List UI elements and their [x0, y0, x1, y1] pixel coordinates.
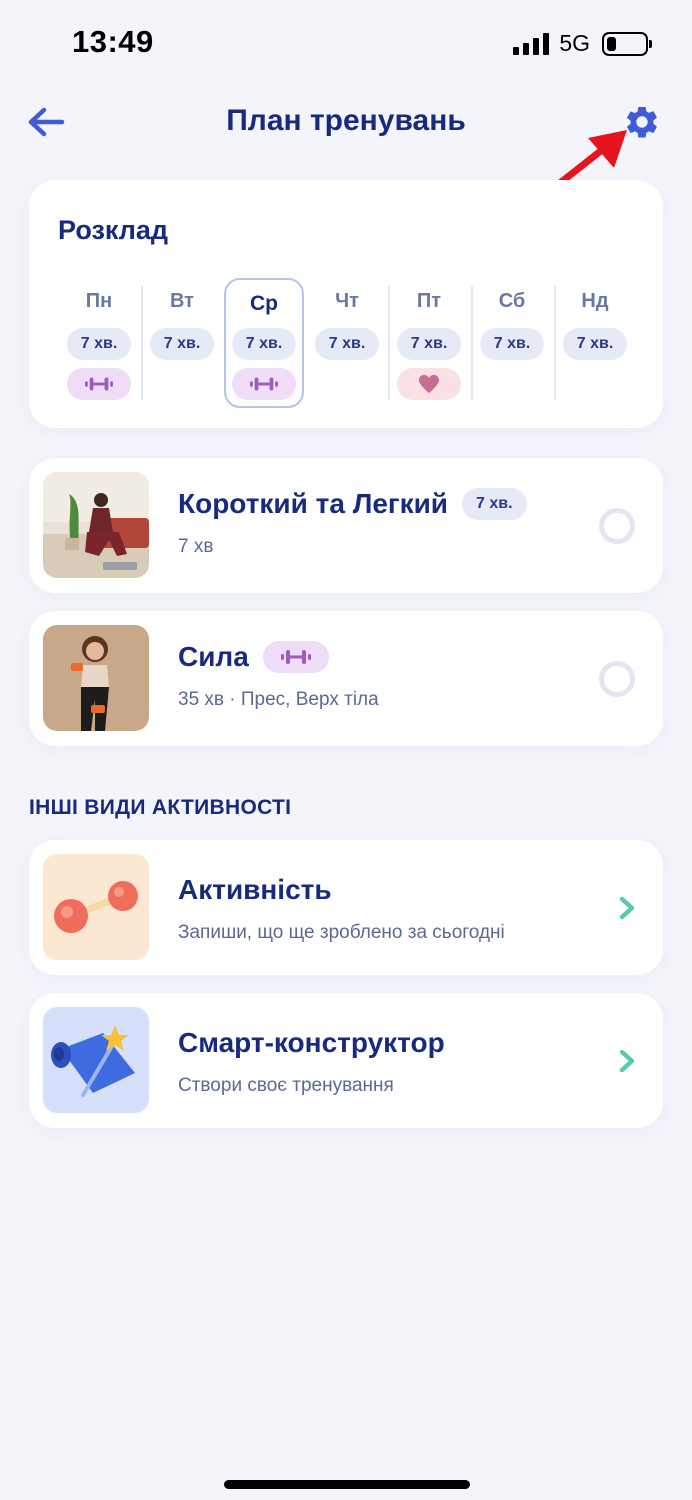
complete-radio[interactable] — [599, 508, 635, 544]
day-minutes: 7 хв. — [480, 328, 544, 360]
day-7[interactable]: Нд 7 хв. — [555, 278, 635, 408]
day-4[interactable]: Чт 7 хв. — [307, 278, 387, 408]
workout-card[interactable]: Короткий та Легкий 7 хв. 7 хв — [29, 458, 663, 593]
workout-title-row: Короткий та Легкий 7 хв. — [178, 488, 527, 520]
day-name: Сб — [498, 290, 526, 312]
day-2[interactable]: Вт 7 хв. — [142, 278, 222, 408]
smart-builder-subtitle: Створи своє тренування — [178, 1075, 394, 1096]
complete-radio[interactable] — [599, 661, 635, 697]
workout-card[interactable]: Сила 35 хв · Прес, Верх тіла — [29, 611, 663, 746]
duration-badge: 7 хв. — [462, 488, 527, 520]
yoga-mat-wand-icon — [43, 1007, 149, 1113]
week-days: Пн 7 хв. Вт 7 хв. Ср 7 хв. Чт 7 хв. Пт 7 хв. Сб 7 х… — [58, 278, 668, 408]
section-heading: ІНШІ ВИДИ АКТИВНОСТІ — [29, 796, 292, 819]
workout-thumbnail — [43, 472, 149, 578]
day-name: Нд — [581, 290, 609, 312]
activity-subtitle: Запиши, що ще зроблено за сьогодні — [178, 922, 505, 943]
battery-icon — [602, 31, 652, 56]
status-bar: 13:49 5G — [0, 0, 692, 88]
workout-title: Сила — [178, 641, 249, 672]
day-name: Пн — [85, 290, 113, 312]
status-indicators: 5G — [513, 30, 652, 57]
workout-title-row: Сила — [178, 641, 329, 673]
strength-activity-pill — [67, 368, 131, 400]
dumbbell-icon — [85, 377, 113, 391]
home-indicator — [224, 1480, 470, 1489]
activity-card[interactable]: Активність Запиши, що ще зроблено за сьо… — [29, 840, 663, 975]
workout-title: Короткий та Легкий — [178, 488, 449, 519]
day-minutes: 7 хв. — [232, 328, 296, 360]
strength-activity-pill — [232, 368, 296, 400]
smart-builder-card[interactable]: Смарт-конструктор Створи своє тренування — [29, 993, 663, 1128]
activity-thumbnail — [43, 854, 149, 960]
dumbbell-icon — [280, 650, 311, 664]
day-minutes: 7 хв. — [397, 328, 461, 360]
workout-thumbnail — [43, 625, 149, 731]
day-minutes: 7 хв. — [67, 328, 131, 360]
chevron-right-icon — [615, 894, 639, 922]
status-time: 13:49 — [72, 24, 154, 59]
day-minutes: 7 хв. — [150, 328, 214, 360]
day-minutes: 7 хв. — [315, 328, 379, 360]
day-name: Ср — [250, 292, 278, 315]
day-name: Пт — [416, 290, 442, 312]
dumbbell-illustration-icon — [43, 854, 149, 960]
workout-subtitle: 7 хв — [178, 536, 214, 557]
smart-builder-thumbnail — [43, 1007, 149, 1113]
smart-builder-title: Смарт-конструктор — [178, 1027, 445, 1058]
day-6[interactable]: Сб 7 хв. — [472, 278, 552, 408]
strength-badge — [262, 641, 329, 673]
schedule-card: Розклад Пн 7 хв. Вт 7 хв. Ср 7 хв. Чт 7 хв. Пт 7 … — [29, 180, 663, 428]
day-1[interactable]: Пн 7 хв. — [59, 278, 139, 408]
day-name: Чт — [335, 290, 359, 312]
day-5[interactable]: Пт 7 хв. — [389, 278, 469, 408]
day-3[interactable]: Ср 7 хв. — [224, 278, 304, 408]
chevron-right-icon — [615, 1047, 639, 1075]
heart-activity-pill — [397, 368, 461, 400]
signal-icon — [513, 32, 550, 55]
workout-subtitle: 35 хв · Прес, Верх тіла — [178, 689, 379, 710]
day-minutes: 7 хв. — [563, 328, 627, 360]
dumbbell-icon — [250, 377, 278, 391]
schedule-title: Розклад — [58, 215, 169, 245]
heart-icon — [419, 374, 439, 394]
activity-title: Активність — [178, 874, 332, 905]
network-type: 5G — [559, 30, 590, 56]
day-name: Вт — [170, 290, 194, 312]
